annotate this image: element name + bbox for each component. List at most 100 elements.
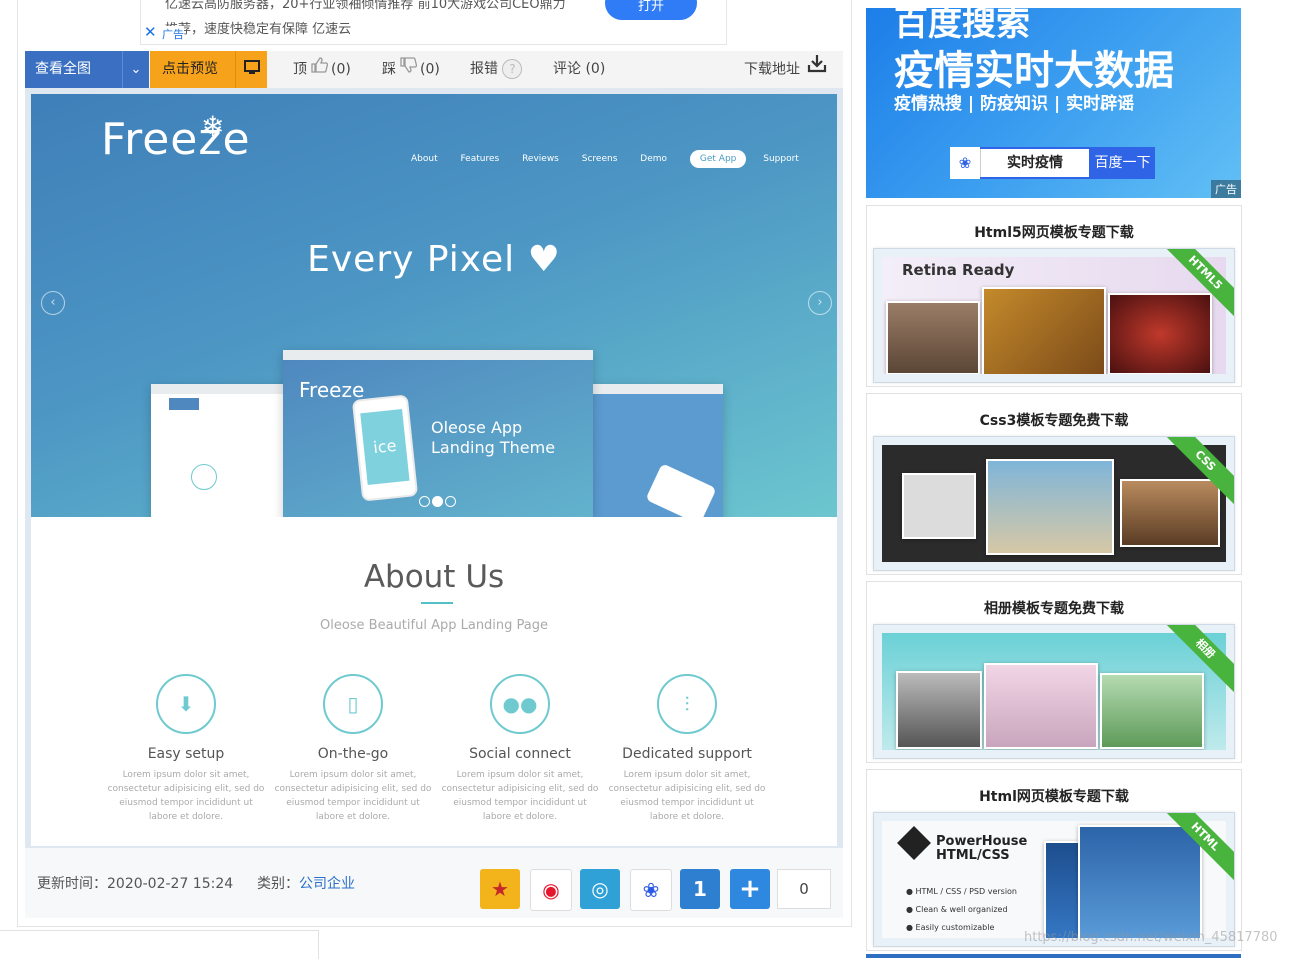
side-ad-heading2: 疫情实时大数据 bbox=[894, 48, 1174, 94]
comment-button[interactable]: 评论 (0) bbox=[553, 51, 605, 88]
thumb-heading: PowerHouse HTML/CSS bbox=[936, 834, 1028, 863]
preview-mock-left bbox=[151, 384, 291, 517]
topic-card-title[interactable]: Css3模板专题免费下载 bbox=[867, 410, 1241, 430]
divider bbox=[421, 602, 453, 604]
share-weibo-icon[interactable]: ◉ bbox=[530, 869, 572, 911]
topic-card-thumbnail[interactable]: Retina Ready HTML5 bbox=[873, 248, 1235, 383]
vote-up-button[interactable]: 顶 (0) bbox=[293, 51, 351, 88]
top-ad-banner[interactable]: 亿速云高防服务器，20+行业领袖倾情推荐 前10大游戏公司CEO鼎力 推荐，速度… bbox=[140, 0, 727, 45]
topic-card[interactable]: Html5网页模板专题下载 Retina Ready HTML5 bbox=[866, 205, 1242, 387]
feature-item: ⫶ Dedicated support Lorem ipsum dolor si… bbox=[607, 674, 767, 824]
powerhouse-logo-icon bbox=[897, 826, 931, 860]
bottom-tab bbox=[0, 930, 319, 959]
side-ad-search-button[interactable]: 百度一下 bbox=[1090, 147, 1155, 179]
feature-desc: Lorem ipsum dolor sit amet, consectetur … bbox=[107, 770, 265, 822]
topic-card[interactable]: Css3模板专题免费下载 CSS bbox=[866, 393, 1242, 575]
heart-icon: ♥ bbox=[527, 239, 561, 280]
feature-desc: Lorem ipsum dolor sit amet, consectetur … bbox=[274, 770, 432, 822]
divider bbox=[866, 954, 1241, 958]
preview-mock-right bbox=[591, 384, 723, 517]
preview-about-subtitle: Oleose Beautiful App Landing Page bbox=[319, 618, 549, 633]
thumbs-down-icon bbox=[399, 51, 418, 88]
feature-item: ▯ On-the-go Lorem ipsum dolor sit amet, … bbox=[273, 674, 433, 824]
thumb-heading: Retina Ready bbox=[902, 261, 1015, 279]
feature-item: ⬇ Easy setup Lorem ipsum dolor sit amet,… bbox=[106, 674, 266, 824]
preview-nav-item: Support bbox=[763, 154, 799, 164]
report-error-label: 报错 bbox=[470, 61, 498, 77]
topic-card-title[interactable]: 相册模板专题免费下载 bbox=[867, 598, 1241, 618]
mock-logo: Freeze bbox=[299, 378, 365, 402]
template-info-bar: 更新时间：2020-02-27 15:24 类别：公司企业 ★ ◉ ◎ ❀ 1 … bbox=[25, 848, 843, 918]
share-renren-icon[interactable]: 1 bbox=[680, 869, 720, 909]
category-link[interactable]: 公司企业 bbox=[299, 876, 355, 892]
ad-label: 广告 bbox=[1211, 180, 1241, 198]
share-qzone-icon[interactable]: ★ bbox=[480, 869, 520, 909]
side-ad-keyword: 实时疫情 bbox=[980, 149, 1089, 177]
topic-card-thumbnail[interactable]: 相册 bbox=[873, 624, 1235, 759]
full-view-button[interactable]: 查看全图 bbox=[25, 51, 122, 88]
download-label: 下载地址 bbox=[744, 61, 800, 78]
share-more-icon[interactable]: + bbox=[730, 869, 770, 909]
ad-label: 广告 bbox=[162, 26, 184, 42]
vote-down-button[interactable]: 踩 (0) bbox=[382, 51, 440, 88]
feature-title: Dedicated support bbox=[622, 746, 752, 762]
share-tencent-icon[interactable]: ◎ bbox=[580, 869, 620, 909]
preview-about-title: About Us bbox=[363, 559, 505, 595]
topic-card[interactable]: Html网页模板专题下载 PowerHouse HTML/CSS ● HTML /… bbox=[866, 769, 1242, 951]
preview-nav-getapp: Get App bbox=[689, 150, 747, 168]
question-icon: ? bbox=[502, 59, 523, 79]
download-link[interactable]: 下载地址 bbox=[744, 51, 830, 88]
template-preview-frame: Freeze ❄ About Features Reviews Screens … bbox=[25, 88, 843, 848]
monitor-icon[interactable] bbox=[235, 51, 267, 88]
topic-card-thumbnail[interactable]: CSS bbox=[873, 436, 1235, 571]
preview-logo: Freeze bbox=[101, 114, 251, 165]
template-preview-image[interactable]: Freeze ❄ About Features Reviews Screens … bbox=[31, 94, 837, 846]
topic-card[interactable]: 相册模板专题免费下载 相册 bbox=[866, 581, 1242, 763]
download-icon bbox=[807, 51, 827, 88]
close-icon[interactable]: ✕ bbox=[144, 23, 157, 41]
updated-time: 更新时间：2020-02-27 15:24 bbox=[37, 876, 234, 892]
category: 类别：公司企业 bbox=[257, 876, 355, 892]
side-ad-banner[interactable]: 百度搜索 疫情实时大数据 疫情热搜 | 防疫知识 | 实时辟谣 ❀ 实时疫情 百… bbox=[866, 8, 1241, 198]
snowflake-icon: ❄ bbox=[201, 110, 225, 143]
users-icon: ●● bbox=[490, 674, 550, 734]
share-baidu-icon[interactable]: ❀ bbox=[630, 869, 672, 911]
top-ad-text-line2: 推荐，速度快稳定有保障 亿速云 bbox=[165, 22, 352, 37]
thumb-bullets: ● HTML / CSS / PSD version ● Clean & wel… bbox=[906, 887, 1018, 932]
side-ad-subline: 疫情热搜 | 防疫知识 | 实时辟谣 bbox=[894, 94, 1135, 114]
download-icon: ⬇ bbox=[156, 674, 216, 734]
chevron-left-icon: ‹ bbox=[41, 291, 65, 315]
ad-open-button[interactable]: 打开 bbox=[605, 0, 697, 20]
comment-count: (0) bbox=[585, 61, 606, 77]
preview-hero-title: Every Pixel ♥ bbox=[307, 239, 561, 280]
preview-nav-item: Features bbox=[460, 154, 500, 164]
chevron-down-icon[interactable]: ⌄ bbox=[122, 51, 149, 88]
mobile-icon: ▯ bbox=[323, 674, 383, 734]
baidu-paw-icon: ❀ bbox=[950, 147, 980, 179]
topic-card-title[interactable]: Html5网页模板专题下载 bbox=[867, 222, 1241, 242]
top-ad-text-line1: 亿速云高防服务器，20+行业领袖倾情推荐 前10大游戏公司CEO鼎力 bbox=[165, 0, 566, 12]
preview-nav-item: Reviews bbox=[522, 154, 559, 164]
vote-down-label: 踩 bbox=[382, 61, 396, 78]
preview-toolbar: 查看全图 ⌄ 点击预览 顶 (0) 踩 (0) 报错 ? 评论 (0) 下载地址 bbox=[25, 51, 843, 88]
side-ad-searchbox[interactable]: ❀ 实时疫情 百度一下 bbox=[950, 147, 1155, 179]
feature-title: Social connect bbox=[469, 746, 571, 762]
topic-card-title[interactable]: Html网页模板专题下载 bbox=[867, 786, 1241, 806]
preview-hero: Freeze ❄ About Features Reviews Screens … bbox=[31, 94, 837, 517]
preview-nav-item: About bbox=[411, 154, 438, 164]
preview-nav-item: Demo bbox=[640, 154, 668, 164]
feature-desc: Lorem ipsum dolor sit amet, consectetur … bbox=[608, 770, 766, 822]
report-error-button[interactable]: 报错 ? bbox=[470, 51, 523, 88]
comment-label: 评论 bbox=[553, 61, 581, 77]
vote-up-count: (0) bbox=[331, 61, 351, 78]
sliders-icon: ⫶ bbox=[657, 674, 717, 734]
vote-up-label: 顶 bbox=[293, 61, 307, 78]
mock-title: Oleose App Landing Theme bbox=[431, 418, 556, 457]
preview-nav-item: Screens bbox=[581, 154, 618, 164]
preview-nav: About Features Reviews Screens Demo Get … bbox=[411, 150, 819, 168]
feature-title: On-the-go bbox=[317, 746, 389, 762]
preview-button[interactable]: 点击预览 bbox=[150, 51, 235, 88]
thumbs-up-icon bbox=[310, 51, 329, 88]
topic-card-thumbnail[interactable]: PowerHouse HTML/CSS ● HTML / CSS / PSD ve… bbox=[873, 812, 1235, 947]
vote-down-count: (0) bbox=[420, 61, 440, 78]
